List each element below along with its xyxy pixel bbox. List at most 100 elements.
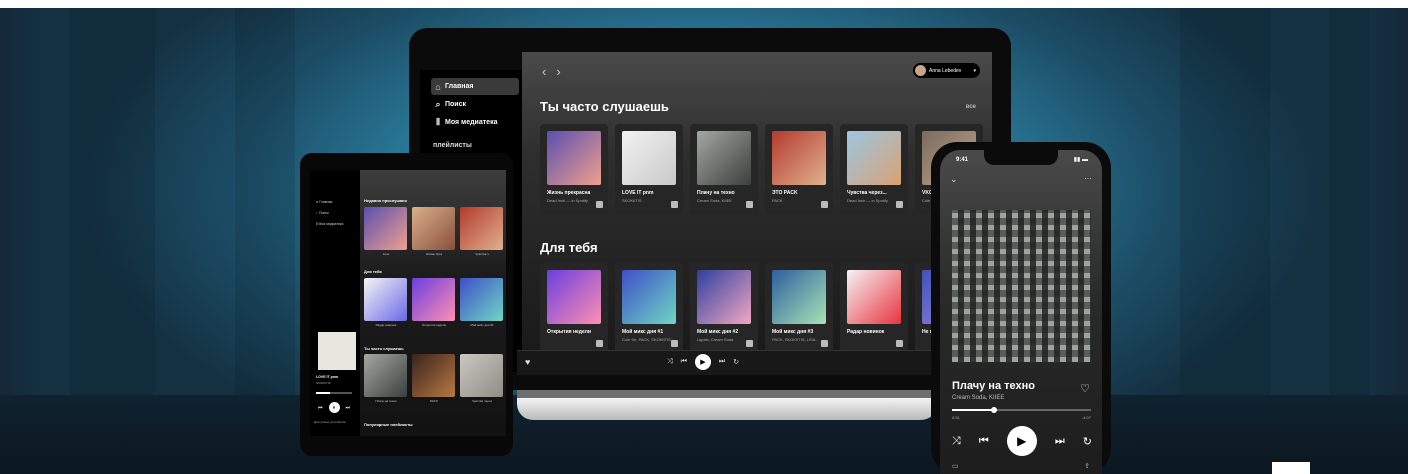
card-artwork (622, 131, 676, 185)
for-you-card[interactable]: Мой микс дня #1 Cole Se, PACK, SKOKIITIS (615, 263, 683, 350)
history-nav[interactable]: ‹› (542, 64, 571, 79)
tablet-tile-caption: Жизнь прек (425, 252, 443, 256)
sidebar-item-label: Поиск (445, 101, 467, 108)
card-subtitle: Cole Se, PACK, SKOKIITIS (622, 337, 671, 342)
progress-bar[interactable] (952, 409, 1091, 411)
download-icon[interactable] (596, 201, 603, 208)
card-artwork (547, 131, 601, 185)
download-icon[interactable] (896, 201, 903, 208)
tablet-tile[interactable] (412, 207, 455, 250)
tablet-now-playing-title: LOVE IT pnm (316, 375, 338, 379)
sidebar-item-search[interactable]: ⌕ Поиск (431, 96, 519, 113)
card-subtitle: PACK, SKOKIITIS, LISA... (772, 337, 819, 342)
laptop-main-content: ‹› Anna Lebedev ▾ Ты часто слушаешь все … (522, 52, 992, 350)
card-title: Радар новинок (847, 329, 885, 335)
play-button[interactable]: ▶ (694, 354, 711, 370)
download-icon[interactable] (896, 340, 903, 347)
phone-clock: 9:41 (956, 157, 969, 163)
tablet-tile[interactable] (460, 354, 503, 397)
search-icon: ⌕ (316, 211, 318, 215)
more-icon[interactable]: ··· (1084, 174, 1092, 183)
tablet-progress-bar[interactable] (316, 392, 352, 394)
library-icon: ⫴ (436, 117, 440, 127)
download-icon[interactable] (821, 340, 828, 347)
repeat-icon[interactable]: ↻ (1083, 435, 1092, 448)
often-listened-card[interactable]: Плачу на техно Cream Soda, KIIEE (690, 124, 758, 214)
heart-icon[interactable]: ♥ (525, 357, 530, 367)
for-you-card[interactable]: Мой микс дня #2 Ligoist, Cream Soda (690, 263, 758, 350)
tablet-section-popular: Популярные плейлисты (364, 422, 413, 427)
phone-notch (984, 150, 1058, 165)
card-title: LOVE IT pnm (622, 190, 654, 196)
often-listened-card[interactable]: Чувства через... Dead Inch — in Spotify (840, 124, 908, 214)
download-icon[interactable] (671, 340, 678, 347)
download-icon[interactable] (746, 201, 753, 208)
card-subtitle: Ligoist, Cream Soda (697, 337, 734, 342)
corner-logo (1272, 462, 1310, 474)
previous-icon[interactable]: ⏮ (318, 405, 323, 411)
chevron-down-icon[interactable]: ⌄ (950, 174, 958, 185)
tablet-nav-home[interactable]: ■ Главная (316, 200, 332, 204)
tablet-tile[interactable] (364, 278, 407, 321)
sidebar-item-label: Главная (445, 83, 474, 90)
tablet-nav-library[interactable]: ⫴ Моя медиатека (316, 222, 343, 226)
for-you-card[interactable]: Радар новинок (840, 263, 908, 350)
tablet-tile[interactable] (460, 207, 503, 250)
tablet-now-playing-artist: SKOKIITIS (316, 381, 331, 385)
sidebar-item-library[interactable]: ⫴ Моя медиатека (431, 114, 519, 131)
devices-icon[interactable]: ▭ (952, 462, 959, 470)
tablet-tile[interactable] (460, 278, 503, 321)
play-button[interactable]: ▶ (1006, 426, 1037, 456)
tablet-nav-search[interactable]: ⌕ Поиск (316, 211, 329, 215)
shuffle-icon[interactable]: ⤨ (952, 435, 961, 448)
download-icon[interactable] (746, 340, 753, 347)
tablet-tile[interactable] (412, 354, 455, 397)
often-listened-card[interactable]: ЭТО PACK PACK (765, 124, 833, 214)
download-icon[interactable] (596, 340, 603, 347)
tablet-tile-caption: Мой микс дня #1 (470, 323, 494, 327)
play-button[interactable]: ⏸ (328, 402, 340, 413)
card-artwork (772, 131, 826, 185)
tablet-section-often: Ты часто слушаешь (364, 346, 404, 351)
sidebar-item-label: Моя медиатека (445, 119, 498, 126)
share-icon[interactable]: ⇪ (1084, 462, 1090, 470)
card-artwork (847, 270, 901, 324)
download-icon[interactable] (671, 201, 678, 208)
tablet-screen: ■ Главная ⌕ Поиск ⫴ Моя медиатека LOVE I… (310, 170, 506, 436)
tablet-tile[interactable] (364, 207, 407, 250)
album-cover (952, 210, 1091, 362)
sidebar-item-home[interactable]: ⌂ Главная (431, 78, 519, 95)
previous-icon[interactable]: ⏮ (979, 435, 989, 448)
often-listened-card[interactable]: Жизнь прекрасна Dead Inch — in Spotify (540, 124, 608, 214)
tablet-tile[interactable] (412, 278, 455, 321)
tablet-devices-link[interactable]: Доступные устройства (314, 420, 346, 424)
download-icon[interactable] (821, 201, 828, 208)
card-artwork (772, 270, 826, 324)
tablet-playback-controls: ⏮ ⏸ ⏭ (318, 402, 350, 413)
user-menu[interactable]: Anna Lebedev ▾ (913, 63, 980, 78)
shuffle-icon[interactable]: ⤨ (667, 358, 673, 366)
next-icon[interactable]: ⏭ (346, 405, 351, 411)
tablet-nav-label: Поиск (318, 211, 329, 215)
card-title: Мой микс дня #1 (622, 329, 664, 335)
next-icon[interactable]: ⏭ (1055, 435, 1065, 448)
previous-icon[interactable]: ⏮ (681, 358, 687, 366)
card-artwork (697, 131, 751, 185)
next-icon[interactable]: ⏭ (719, 358, 725, 366)
for-you-card[interactable]: Открытия недели (540, 263, 608, 350)
back-arrow-icon[interactable]: ‹ (542, 64, 556, 79)
often-listened-card[interactable]: LOVE IT pnm SKOKIITIS (615, 124, 683, 214)
repeat-icon[interactable]: ↻ (733, 358, 739, 366)
elapsed-time: 0:51 (952, 415, 960, 420)
card-subtitle: SKOKIITIS (622, 198, 642, 203)
card-artwork (847, 131, 901, 185)
tablet-tile-caption: Плачу на техно (375, 399, 397, 403)
forward-arrow-icon[interactable]: › (556, 64, 570, 79)
progress-knob[interactable] (990, 407, 997, 413)
for-you-card[interactable]: Мой микс дня #3 PACK, SKOKIITIS, LISA... (765, 263, 833, 350)
card-title: Мой микс дня #3 (772, 329, 814, 335)
heart-icon[interactable]: ♡ (1080, 382, 1090, 395)
tablet-tile[interactable] (364, 354, 407, 397)
see-all-link[interactable]: все (966, 104, 976, 110)
tablet-now-playing-cover[interactable] (318, 332, 356, 370)
